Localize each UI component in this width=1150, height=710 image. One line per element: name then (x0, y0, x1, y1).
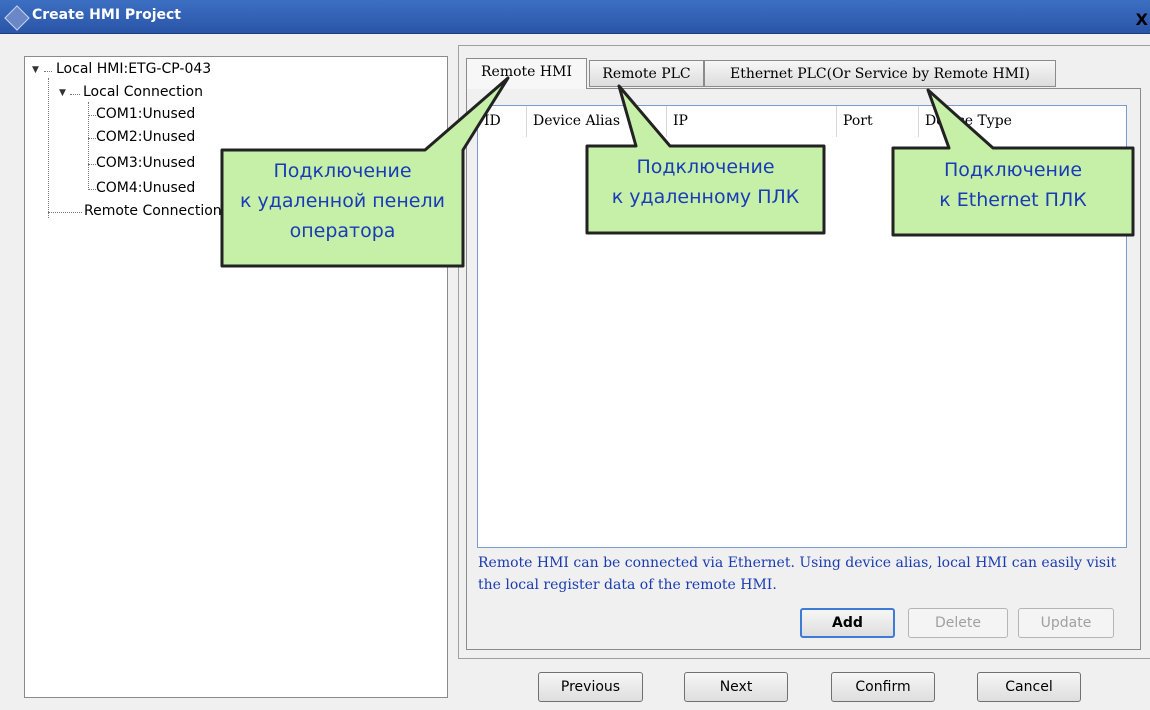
callout-hmi-line2: к удаленной пенели (240, 190, 445, 212)
callout-layer (220, 76, 1135, 268)
callout-plc-line2: к удаленному ПЛК (611, 186, 800, 208)
callout-eth-text: Подключение к Ethernet ПЛК (893, 155, 1133, 215)
callout-plc-line1: Подключение (636, 156, 775, 178)
callout-eth-line1: Подключение (943, 159, 1083, 181)
callout-eth-line2: к Ethernet ПЛК (939, 189, 1087, 211)
callout-hmi-line1: Подключение (273, 160, 412, 182)
callout-hmi-text: Подключение к удаленной пенели оператора (222, 156, 463, 246)
callout-hmi-line3: оператора (289, 220, 396, 242)
callout-plc-text: Подключение к удаленному ПЛК (587, 152, 824, 212)
